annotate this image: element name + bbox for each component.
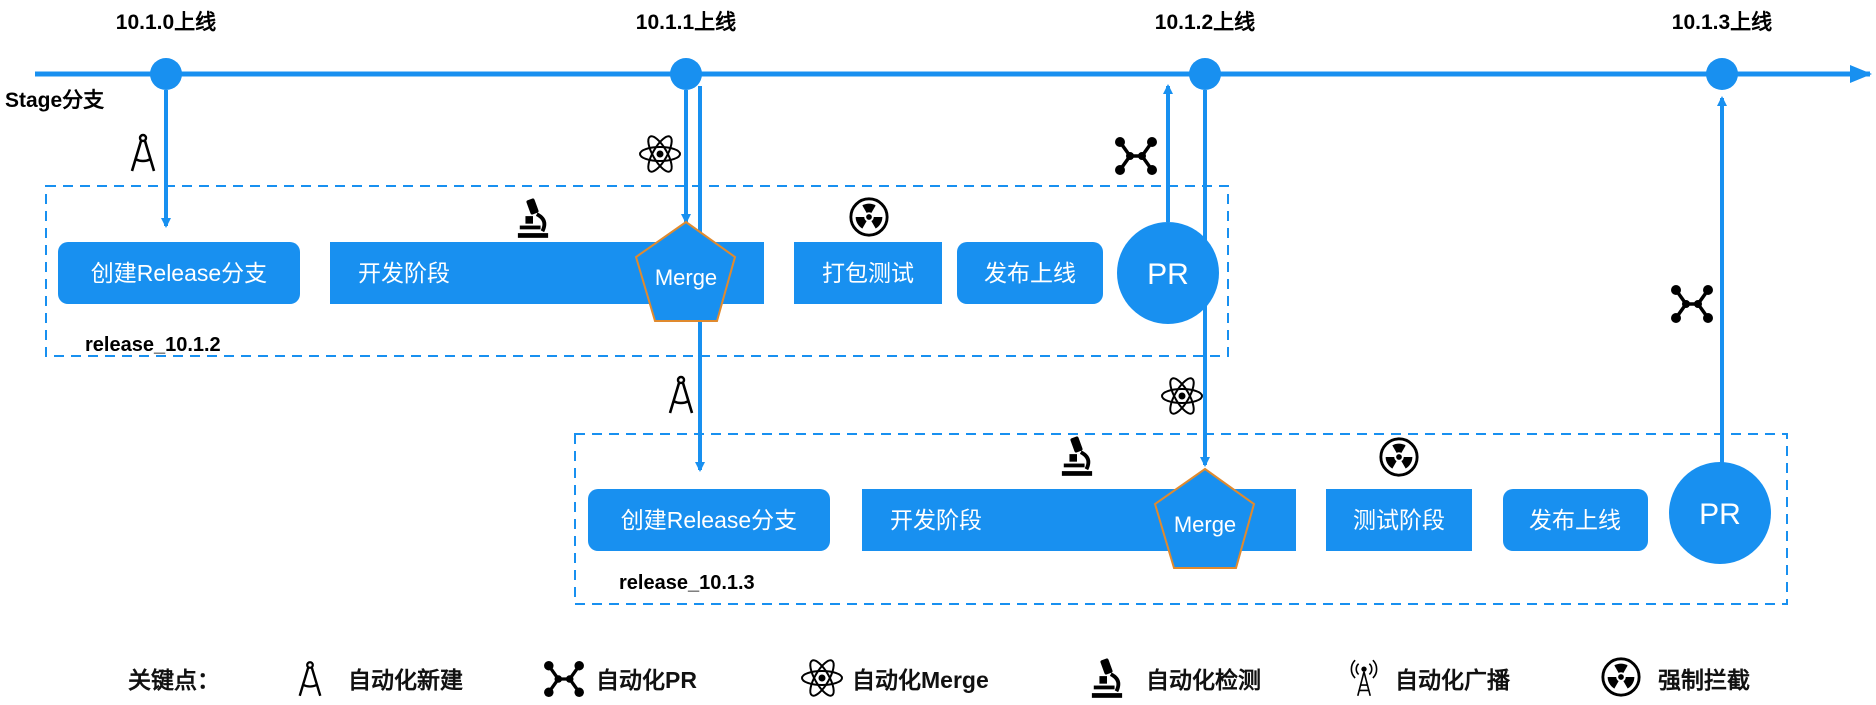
release-label-4: 10.1.3上线: [1672, 10, 1772, 34]
broadcast-icon: [1350, 659, 1378, 697]
legend-label-auto-broadcast: 自动化广播: [1395, 667, 1511, 693]
release-label-3: 10.1.2上线: [1155, 10, 1255, 34]
flow-icons: [130, 132, 1714, 478]
radiation-icon: [1379, 437, 1419, 477]
release-branch-1: 创建Release分支 开发阶段 Merge 打包测试 发布上线 PR rele…: [45, 185, 1229, 357]
radiation-icon: [1601, 657, 1641, 697]
merge-label: Merge: [655, 265, 717, 290]
publish-label: 发布上线: [984, 260, 1076, 286]
test-stage-label: 测试阶段: [1353, 507, 1445, 533]
release-label-1: 10.1.0上线: [116, 10, 216, 34]
legend-label-force-block: 强制拦截: [1658, 667, 1750, 693]
radiation-icon: [849, 197, 889, 237]
dev-stage-label: 开发阶段: [358, 260, 450, 286]
pr-label: PR: [1699, 498, 1741, 531]
release-branch-2: 创建Release分支 开发阶段 Merge 测试阶段 发布上线 PR rele…: [574, 433, 1788, 605]
timeline-label: Stage分支: [5, 89, 105, 112]
release-label-2: 10.1.1上线: [636, 10, 736, 34]
compass-icon: [130, 133, 156, 173]
package-test-label: 打包测试: [822, 260, 914, 286]
publish-label: 发布上线: [1529, 507, 1621, 533]
legend-title: 关键点：: [128, 667, 220, 693]
branch-name: release_10.1.3: [619, 572, 755, 594]
atom-icon: [639, 132, 681, 176]
release-node-3: [1189, 58, 1221, 90]
legend-label-auto-create: 自动化新建: [348, 667, 463, 693]
stage-timeline: Stage分支 10.1.0上线 10.1.1上线 10.1.2上线 10.1.…: [5, 10, 1872, 112]
microscope-icon: [1090, 656, 1124, 700]
compass-icon: [298, 660, 322, 698]
microscope-icon: [516, 196, 550, 240]
microscope-icon: [1060, 434, 1094, 478]
release-node-2: [670, 58, 702, 90]
branch-name: release_10.1.2: [85, 334, 221, 356]
compass-icon: [668, 375, 694, 415]
atom-icon: [1161, 374, 1203, 418]
merge-label: Merge: [1174, 512, 1236, 537]
release-flow-diagram: Stage分支 10.1.0上线 10.1.1上线 10.1.2上线 10.1.…: [5, 10, 1872, 700]
atom-icon: [801, 656, 843, 700]
legend-label-auto-pr: 自动化PR: [596, 667, 697, 693]
create-branch-label: 创建Release分支: [91, 260, 267, 286]
pr-network-icon: [542, 660, 586, 698]
pr-network-icon: [1114, 136, 1158, 176]
legend: 关键点： 自动化新建 自动化PR 自动化Merge 自动化检测 自动化广播 强制…: [128, 656, 1750, 700]
pr-label: PR: [1147, 258, 1189, 291]
dev-stage-label: 开发阶段: [890, 507, 982, 533]
legend-label-auto-check: 自动化检测: [1146, 667, 1261, 693]
release-node-1: [150, 58, 182, 90]
release-node-4: [1706, 58, 1738, 90]
pr-network-icon: [1670, 284, 1714, 324]
create-branch-label: 创建Release分支: [621, 507, 797, 533]
legend-label-auto-merge: 自动化Merge: [852, 667, 989, 693]
